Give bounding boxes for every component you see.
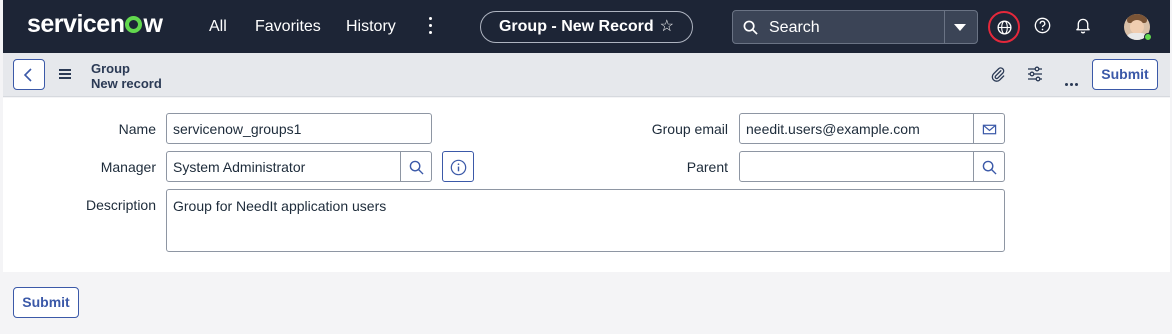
top-navigation: servicen w All Favorites History Group - … [3,0,1170,53]
description-label: Description [85,197,156,213]
back-button[interactable] [13,59,45,90]
parent-lookup-button[interactable] [973,151,1005,182]
globe-icon [997,20,1012,35]
manager-field[interactable]: System Administrator [166,151,401,182]
nav-history[interactable]: History [346,18,396,36]
search-placeholder[interactable]: Search [769,19,820,37]
name-label: Name [118,121,156,137]
submit-button-footer[interactable]: Submit [13,287,79,318]
paperclip-icon[interactable] [990,66,1006,83]
search-icon [743,20,758,35]
parent-label: Parent [686,159,728,175]
manager-info-button[interactable] [442,151,474,182]
chevron-left-icon [23,68,32,82]
record-form: Name servicenow_groups1 Manager System A… [3,98,1170,272]
nav-all[interactable]: All [209,18,227,36]
group-email-field[interactable]: needit.users@example.com [739,113,974,144]
name-field[interactable]: servicenow_groups1 [166,113,432,144]
form-title: Group New record [91,61,162,91]
global-search[interactable]: Search [732,10,978,44]
submit-button-header[interactable]: Submit [1092,59,1158,90]
manager-lookup-button[interactable] [400,151,432,182]
search-divider [944,11,945,43]
mail-icon [982,124,997,135]
caret-down-icon[interactable] [954,24,966,31]
parent-field[interactable] [739,151,974,182]
more-menu-icon[interactable] [427,17,433,35]
info-icon [450,159,467,176]
form-header: Group New record Submit [3,53,1170,97]
servicenow-logo[interactable]: servicen w [27,10,163,39]
form-title-table: Group [91,61,130,76]
group-email-label: Group email [651,121,728,137]
presence-indicator [1144,33,1152,41]
logo-o-mark [125,16,143,33]
hamburger-icon[interactable] [59,69,71,81]
sliders-icon[interactable] [1027,66,1043,82]
logo-text: servicen [27,10,125,38]
bell-icon[interactable] [1075,17,1091,34]
group-email-button[interactable] [973,113,1005,144]
context-title: Group - New Record [498,18,654,35]
more-icon[interactable] [1065,73,1080,91]
star-icon[interactable]: ☆ [660,18,674,35]
description-field[interactable]: Group for NeedIt application users [166,189,1005,252]
context-title-pill[interactable]: Group - New Record ☆ [480,11,693,43]
search-icon [409,160,424,175]
search-icon [982,160,997,175]
nav-favorites[interactable]: Favorites [255,18,321,36]
logo-text-end: w [143,10,163,38]
globe-button[interactable] [988,11,1020,43]
form-title-record: New record [91,76,162,91]
manager-label: Manager [100,159,156,175]
help-icon[interactable] [1034,17,1051,34]
